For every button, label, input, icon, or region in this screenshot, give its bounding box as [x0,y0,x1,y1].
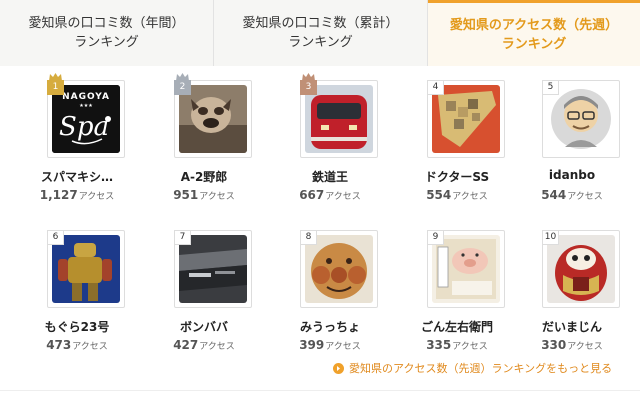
access-unit: アクセス [567,342,603,352]
silver-crown-icon [176,73,189,81]
user-name-link[interactable]: 鉄道王 [266,168,394,185]
divider [0,390,640,391]
access-unit: アクセス [199,192,235,202]
ranking-item: 2 A-2野郎 951アクセス [140,66,268,211]
mosaic-photo [432,85,500,153]
svg-text:★★★: ★★★ [79,103,93,109]
ranking-item: 8 みうっちょ 399アクセス [266,216,394,361]
arrow-right-circle-icon [333,362,344,374]
memoji-avatar [551,89,611,149]
rank-badge: 3 [300,80,317,95]
access-unit: アクセス [325,192,361,202]
access-count-value: 427 [173,338,199,352]
rank-badge: 2 [174,80,191,95]
access-count: 330アクセス [508,338,636,352]
pig-sign-photo [432,235,500,303]
access-unit: アクセス [199,342,235,352]
access-count: 951アクセス [140,188,268,202]
user-name-link[interactable]: だいまじん [508,318,636,335]
access-count-value: 473 [46,338,72,352]
user-name-link[interactable]: スパマキシ… [13,168,141,185]
more-ranking-link-label: 愛知県のアクセス数（先週）ランキングをもっと見る [349,362,613,375]
rank-badge: 10 [542,230,559,245]
rank-badge: 5 [542,80,559,95]
logo-text: NAGOYA [62,92,110,102]
tab-review-count-yearly[interactable]: 愛知県の口コミ数（年間） ランキング [0,0,214,66]
rank-badge: 4 [427,80,444,95]
bread-photo [305,235,373,303]
gold-crown-icon [49,73,62,81]
ranking-item: 3 鉄道王 667アクセス [266,66,394,211]
user-name-link[interactable]: ごん左右衛門 [393,318,521,335]
user-name-link[interactable]: A-2野郎 [140,168,268,185]
bronze-crown-icon [302,73,315,81]
rank-badge: 8 [300,230,317,245]
car-photo [179,235,247,303]
ranking-item: 10 だいまじん 330アクセス [508,216,636,361]
access-count: 1,127アクセス [13,188,141,202]
tab-review-count-total[interactable]: 愛知県の口コミ数（累計） ランキング [214,0,428,66]
daruma-photo [547,235,615,303]
access-count: 544アクセス [508,188,636,202]
more-ranking-link[interactable]: 愛知県のアクセス数（先週）ランキングをもっと見る [333,360,612,376]
ranking-item: 6 もぐら23号 473アクセス [13,216,141,361]
access-unit: アクセス [72,342,108,352]
user-name-link[interactable]: ドクターSS [393,168,521,185]
train-photo [305,85,373,153]
user-name-link[interactable]: みうっちょ [266,318,394,335]
user-name-link[interactable]: ボンババ [140,318,268,335]
access-count-value: 1,127 [39,188,78,202]
access-count: 473アクセス [13,338,141,352]
rank-badge: 9 [427,230,444,245]
access-count-value: 330 [541,338,567,352]
user-name-link[interactable]: idanbo [508,168,636,182]
access-unit: アクセス [567,192,603,202]
access-count: 335アクセス [393,338,521,352]
access-count: 554アクセス [393,188,521,202]
tab-label-line1: 愛知県のアクセス数（先週） [449,17,619,33]
spa-logo-image: NAGOYA ★★★ Spa [52,85,120,153]
access-count-value: 544 [541,188,567,202]
rank-badge: 7 [174,230,191,245]
ranking-tabs: 愛知県の口コミ数（年間） ランキング 愛知県の口コミ数（累計） ランキング 愛知… [0,0,640,66]
rank-badge: 6 [47,230,64,245]
tab-access-count-weekly[interactable]: 愛知県のアクセス数（先週） ランキング [428,0,640,66]
tab-label-line2: ランキング [74,35,139,50]
ranking-item: 7 ボンババ 427アクセス [140,216,268,361]
tab-label-line1: 愛知県の口コミ数（年間） [28,16,185,31]
tab-label-line1: 愛知県の口コミ数（累計） [242,16,399,31]
ranking-item: 4 ドクターSS 554アクセス [393,66,521,211]
access-count: 667アクセス [266,188,394,202]
access-unit: アクセス [452,192,488,202]
access-count: 427アクセス [140,338,268,352]
access-count-value: 667 [299,188,325,202]
access-count-value: 554 [426,188,452,202]
rank-badge: 1 [47,80,64,95]
logo-subtext: Spa [59,112,109,142]
ranking-item: 9 ごん左右衛門 335アクセス [393,216,521,361]
tab-label-line2: ランキング [501,36,567,52]
access-count-value: 951 [173,188,199,202]
dog-photo [179,85,247,153]
ranking-item: 1 NAGOYA ★★★ Spa スパマキシ… 1,127アクセス [13,66,141,211]
user-name-link[interactable]: もぐら23号 [13,318,141,335]
ranking-item: 5 idanbo 544アクセス [508,66,636,211]
access-unit: アクセス [452,342,488,352]
access-count-value: 335 [426,338,452,352]
access-unit: アクセス [78,192,115,202]
robot-figure-photo [52,235,120,303]
access-count: 399アクセス [266,338,394,352]
access-unit: アクセス [325,342,361,352]
access-count-value: 399 [299,338,325,352]
tab-label-line2: ランキング [288,35,353,50]
